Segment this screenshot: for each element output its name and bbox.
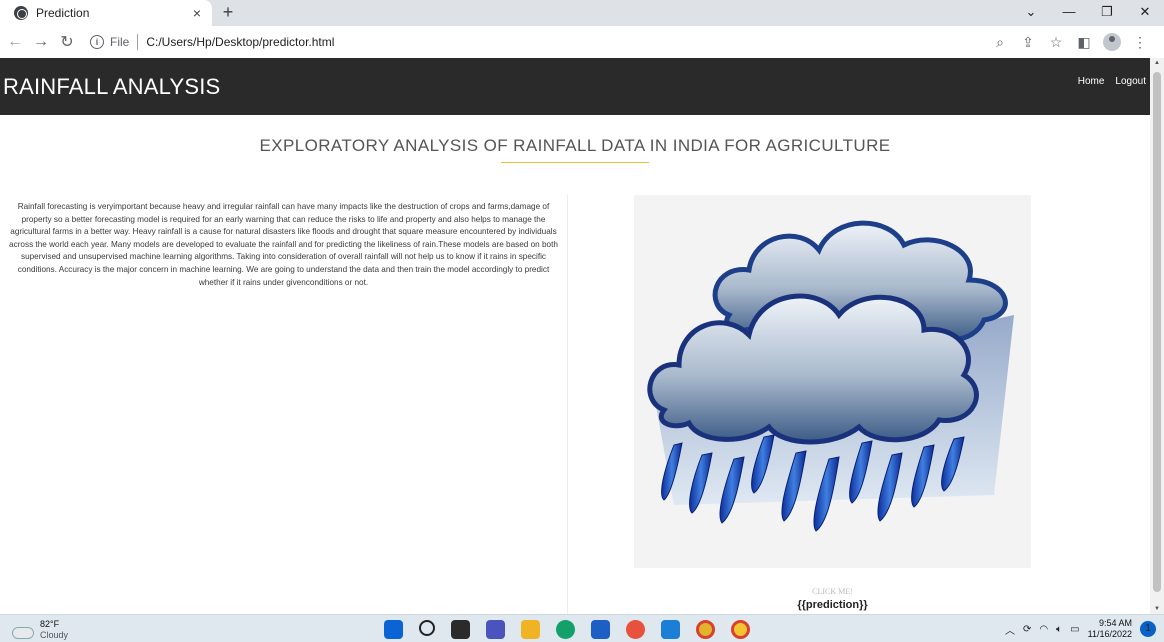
teams-chat-icon[interactable] xyxy=(486,620,505,639)
task-view-icon[interactable] xyxy=(451,620,470,639)
vscode-icon[interactable] xyxy=(661,620,680,639)
menu-kebab-icon[interactable]: ⋮ xyxy=(1126,34,1154,51)
rain-cloud-image xyxy=(634,195,1031,568)
nav-link-logout[interactable]: Logout xyxy=(1115,76,1146,87)
system-tray: ︿ ⟳ ◠ 🔈︎ ▭ 9:54 AM 11/16/2022 1 xyxy=(1005,618,1156,640)
chrome-active-icon[interactable] xyxy=(731,620,750,639)
zoom-icon[interactable]: ⌕ xyxy=(986,34,1014,51)
browser-toolbar: ← → ↻ i File C:/Users/Hp/Desktop/predict… xyxy=(0,26,1164,58)
clock-time: 9:54 AM xyxy=(1098,618,1132,628)
microsoft-store-icon[interactable] xyxy=(591,620,610,639)
new-tab-button[interactable]: + xyxy=(218,2,238,23)
close-window-button[interactable]: ✕ xyxy=(1126,0,1164,26)
site-navbar: RAINFALL ANALYSIS Home Logout xyxy=(0,58,1150,115)
windows-start-icon[interactable] xyxy=(384,620,403,639)
nav-link-home[interactable]: Home xyxy=(1078,76,1105,87)
edge-browser-icon[interactable] xyxy=(556,620,575,639)
url-scheme: File xyxy=(110,35,130,49)
browser-tab[interactable]: Prediction × xyxy=(0,0,212,26)
tab-close-icon[interactable]: × xyxy=(186,5,208,21)
volume-icon[interactable]: 🔈︎ xyxy=(1056,624,1062,635)
clock-date: 11/16/2022 xyxy=(1087,629,1132,639)
side-panel-icon[interactable]: ◧ xyxy=(1070,34,1098,51)
globe-icon xyxy=(14,6,28,20)
site-nav-links: Home Logout xyxy=(1078,76,1146,87)
url-separator xyxy=(137,34,139,50)
search-icon[interactable] xyxy=(419,620,435,636)
os-taskbar: 82°F Cloudy ︿ ⟳ ◠ 🔈︎ ▭ 9:54 AM 11/16/202… xyxy=(0,614,1164,642)
reload-button[interactable]: ↻ xyxy=(54,32,80,52)
url-text[interactable]: C:/Users/Hp/Desktop/predictor.html xyxy=(146,35,334,49)
profile-avatar-icon[interactable] xyxy=(1103,33,1121,51)
cloud-icon xyxy=(12,627,34,639)
taskbar-apps xyxy=(384,620,750,639)
click-me-button[interactable]: CLICK ME! xyxy=(577,587,1088,596)
restore-button[interactable]: ❐ xyxy=(1088,0,1126,26)
network-sync-icon[interactable]: ⟳ xyxy=(1023,624,1031,635)
window-controls: ⌄ — ❐ ✕ xyxy=(1012,0,1164,26)
scroll-down-arrow-icon[interactable]: ▼ xyxy=(1150,606,1164,612)
prediction-output: {{prediction}} xyxy=(797,599,868,611)
scrollbar-thumb[interactable] xyxy=(1153,72,1161,592)
minimize-button[interactable]: — xyxy=(1050,0,1088,26)
address-bar[interactable]: i File C:/Users/Hp/Desktop/predictor.htm… xyxy=(90,29,334,55)
info-icon[interactable]: i xyxy=(90,35,104,49)
tab-search-button[interactable]: ⌄ xyxy=(1012,0,1050,26)
tray-chevron-up-icon[interactable]: ︿ xyxy=(1005,622,1015,637)
scroll-up-arrow-icon[interactable]: ▲ xyxy=(1150,60,1164,66)
clock[interactable]: 9:54 AM 11/16/2022 xyxy=(1088,618,1132,640)
toolbar-actions: ⌕ ⇪ ☆ ◧ ⋮ xyxy=(986,26,1154,58)
weather-temperature: 82°F xyxy=(40,619,60,629)
notification-badge[interactable]: 1 xyxy=(1140,621,1156,637)
tab-title: Prediction xyxy=(36,6,90,20)
forward-button[interactable]: → xyxy=(28,33,54,51)
chrome-icon[interactable] xyxy=(696,620,715,639)
title-underline xyxy=(501,162,649,163)
browser-tab-strip: Prediction × + ⌄ — ❐ ✕ xyxy=(0,0,1164,26)
site-brand[interactable]: RAINFALL ANALYSIS xyxy=(3,74,220,100)
weather-widget[interactable]: 82°F Cloudy xyxy=(12,619,68,640)
page-title: EXPLORATORY ANALYSIS OF RAINFALL DATA IN… xyxy=(259,136,891,155)
description-paragraph: Rainfall forecasting is veryimportant be… xyxy=(9,202,558,287)
wifi-icon[interactable]: ◠ xyxy=(1039,624,1048,635)
weather-condition: Cloudy xyxy=(40,630,69,640)
share-icon[interactable]: ⇪ xyxy=(1014,34,1042,51)
page-scrollbar[interactable]: ▲ ▼ xyxy=(1150,58,1164,614)
file-explorer-icon[interactable] xyxy=(521,620,540,639)
bookmark-star-icon[interactable]: ☆ xyxy=(1042,34,1070,51)
page-viewport: RAINFALL ANALYSIS Home Logout EXPLORATOR… xyxy=(0,58,1164,614)
battery-icon[interactable]: ▭ xyxy=(1070,624,1079,635)
description-column: Rainfall forecasting is veryimportant be… xyxy=(0,195,568,614)
prediction-column: CLICK ME! {{prediction}} xyxy=(577,195,1150,614)
firefox-icon[interactable] xyxy=(626,620,645,639)
back-button[interactable]: ← xyxy=(2,33,28,51)
